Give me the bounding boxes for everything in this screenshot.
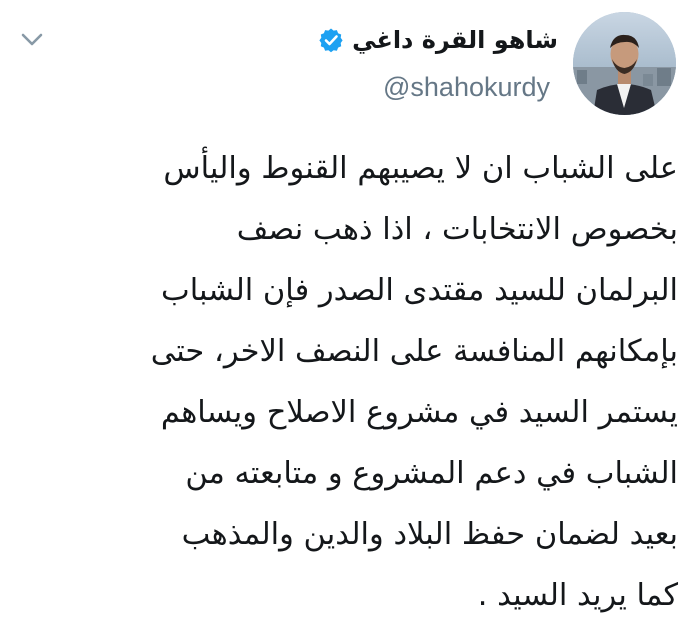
- tweet-card: شاهو القرة داغي @shahokurdy على الشباب ا…: [0, 0, 700, 640]
- avatar[interactable]: [573, 12, 676, 115]
- tweet-text-line: كما يريد السيد .: [477, 578, 678, 613]
- tweet-text-line: يستمر السيد في مشروع الاصلاح ويساهم: [160, 395, 678, 430]
- tweet-text-line: الشباب في دعم المشروع و متابعته من: [185, 456, 678, 491]
- tweet-text-line: بعيد لضمان حفظ البلاد والدين والمذهب: [181, 517, 678, 552]
- author-handle[interactable]: @shahokurdy: [383, 72, 550, 103]
- author-name-row: شاهو القرة داغي: [318, 20, 558, 60]
- tweet-text-line: بخصوص الانتخابات ، اذا ذهب نصف: [236, 212, 678, 247]
- tweet-text-line: على الشباب ان لا يصيبهم القنوط واليأس: [163, 151, 678, 186]
- tweet-text-line: بإمكانهم المنافسة على النصف الاخر، حتى: [150, 334, 678, 369]
- chevron-down-icon[interactable]: [18, 28, 46, 50]
- verified-badge-icon: [318, 27, 344, 53]
- tweet-text: على الشباب ان لا يصيبهم القنوط واليأس بخ…: [18, 138, 678, 626]
- author-display-name[interactable]: شاهو القرة داغي: [352, 26, 558, 54]
- tweet-text-line: البرلمان للسيد مقتدى الصدر فإن الشباب: [161, 273, 678, 308]
